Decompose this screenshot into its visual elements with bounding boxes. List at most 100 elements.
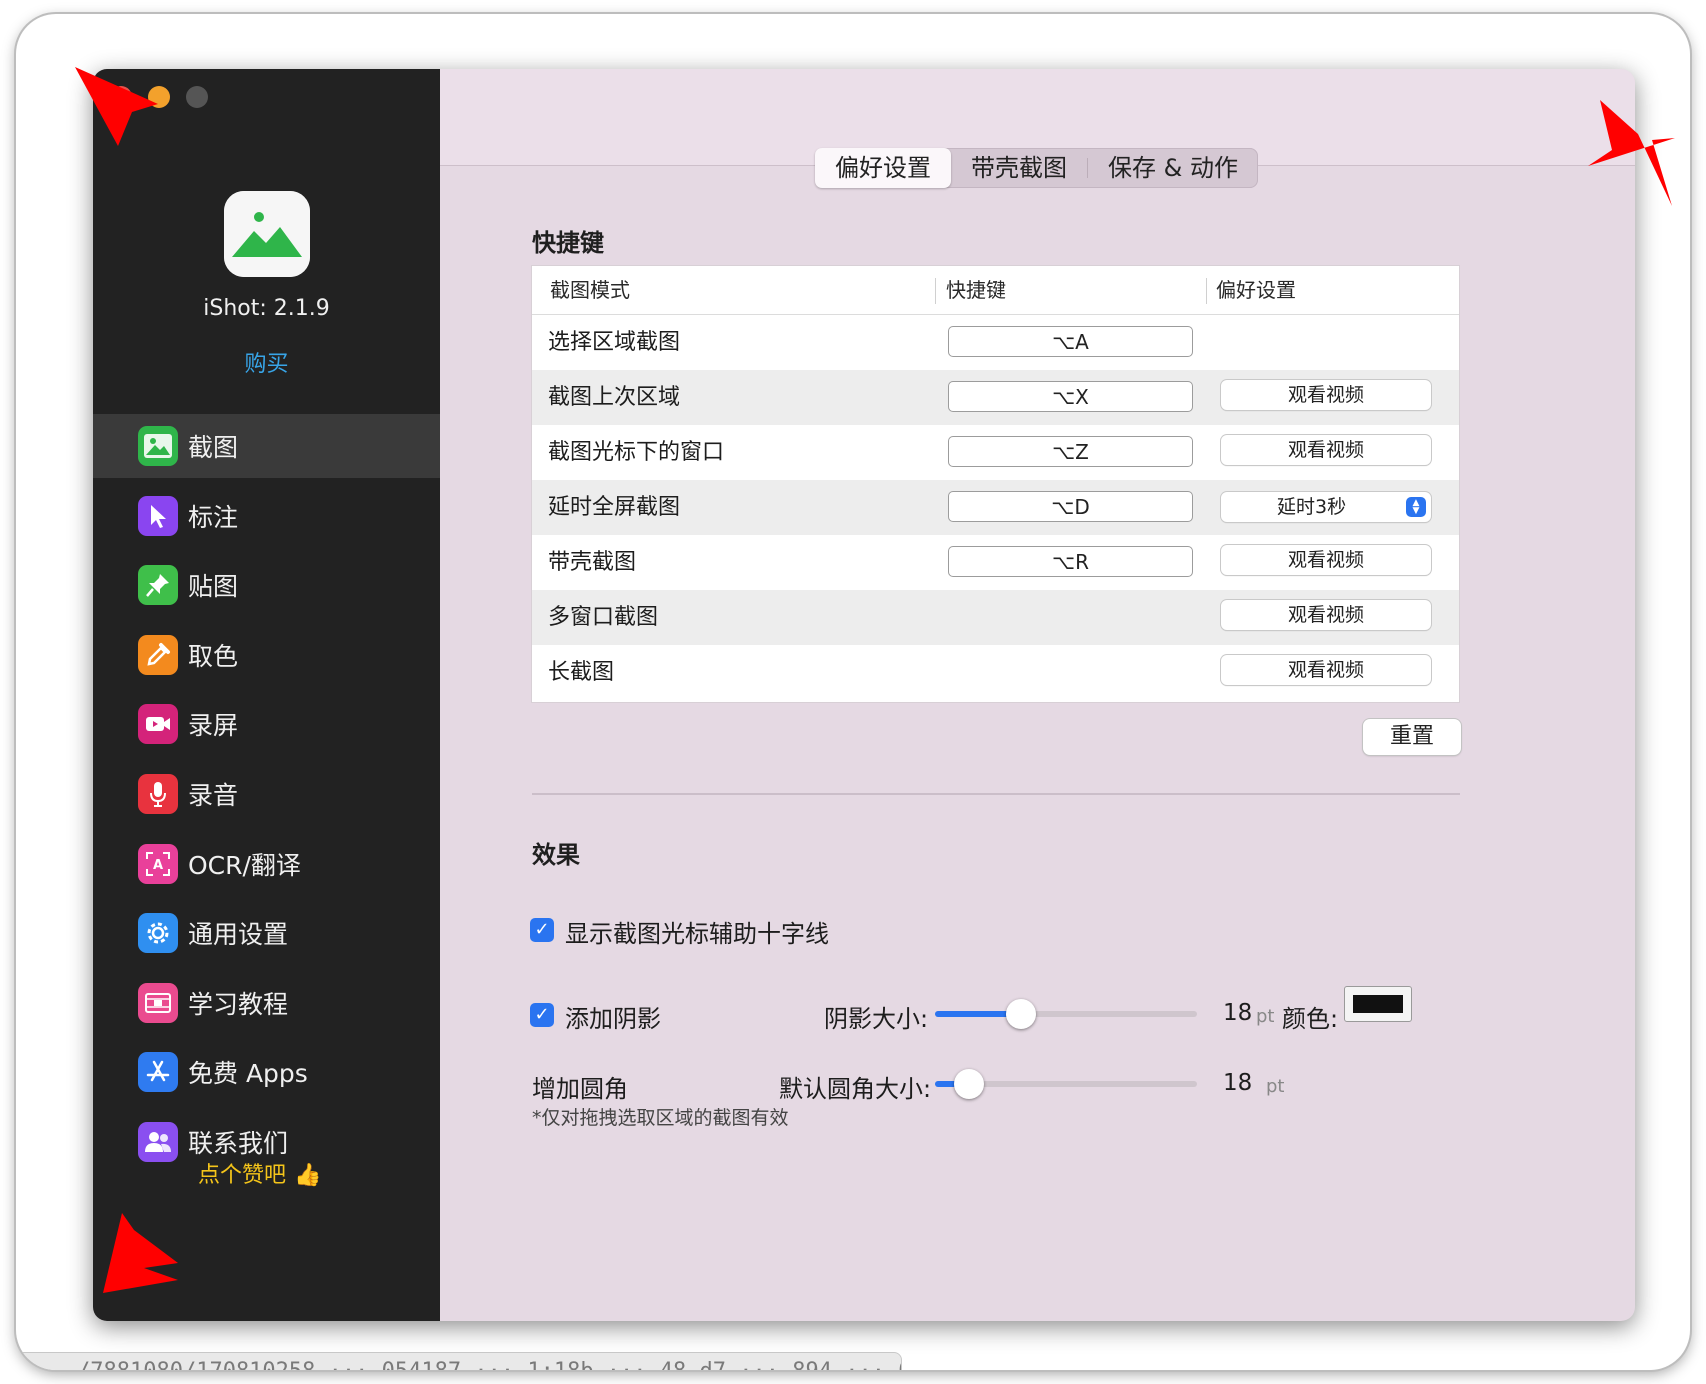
shadow-color-well[interactable] (1344, 986, 1412, 1022)
corner-size-label: 默认圆角大小: (779, 1075, 932, 1103)
contacts-icon (138, 1121, 178, 1162)
sidebar-item-audio-record[interactable]: 录音 (93, 762, 440, 826)
watch-video-button[interactable]: 观看视频 (1221, 545, 1431, 575)
corner-size-unit: pt (1266, 1076, 1285, 1097)
crosshair-checkbox[interactable]: ✓ (530, 918, 554, 942)
table-row: 截图上次区域 ⌥X 观看视频 (532, 370, 1459, 425)
column-header-hotkey: 快捷键 (946, 278, 1006, 302)
row-mode-label: 选择区域截图 (548, 330, 681, 355)
table-row: 延时全屏截图 ⌥D 延时3秒 ▲ ▼ (532, 480, 1459, 535)
red-arrow-icon (103, 1213, 178, 1293)
sidebar-item-label: 标注 (188, 502, 239, 532)
hotkey-field[interactable]: ⌥X (948, 381, 1193, 412)
sidebar-item-screen-record[interactable]: 录屏 (93, 692, 440, 756)
watch-video-button[interactable]: 观看视频 (1221, 600, 1431, 630)
delay-select-value: 延时3秒 (1277, 496, 1347, 518)
thumbs-up-icon: 👍 (294, 1163, 322, 1188)
sidebar-item-label: 截图 (188, 433, 239, 462)
app-window: iShot: 2.1.9 购买 截图 标注 贴图 取色 录屏 录音 A OCR/… (93, 69, 1635, 1321)
shortcuts-table: 截图模式 快捷键 偏好设置 选择区域截图 ⌥A 截图上次区域 ⌥X 观看视频 截… (532, 266, 1459, 702)
table-row: 截图光标下的窗口 ⌥Z 观看视频 (532, 425, 1459, 480)
column-divider (935, 278, 936, 304)
hotkey-field[interactable]: ⌥R (948, 546, 1193, 577)
effects-section-title: 效果 (532, 841, 580, 869)
background-window-strip: /7881080/170810258 ··· 054187 ··· 1:18b … (16, 1352, 902, 1370)
row-mode-label: 截图上次区域 (548, 385, 681, 410)
app-store-icon (138, 1052, 178, 1093)
sidebar-item-label: 录音 (188, 780, 239, 810)
microphone-icon (138, 773, 178, 814)
sidebar-nav: 截图 标注 贴图 取色 录屏 录音 A OCR/翻译 通用设置 学习教程 免费 … (93, 414, 440, 1180)
sidebar-item-pin[interactable]: 贴图 (93, 553, 440, 617)
sidebar: iShot: 2.1.9 购买 截图 标注 贴图 取色 录屏 录音 A OCR/… (93, 69, 440, 1321)
sidebar-item-label: 录屏 (188, 711, 239, 741)
tab-save-actions[interactable]: 保存 & 动作 (1088, 148, 1258, 188)
row-mode-label: 带壳截图 (548, 550, 637, 575)
screenshot-icon (138, 426, 178, 466)
chevron-up-down-icon: ▲ ▼ (1406, 497, 1426, 517)
gear-icon (138, 913, 178, 954)
reset-button[interactable]: 重置 (1363, 719, 1461, 755)
slider-knob[interactable] (954, 1069, 985, 1099)
color-swatch (1353, 995, 1403, 1013)
delay-select[interactable]: 延时3秒 ▲ ▼ (1221, 492, 1431, 522)
shadow-color-label: 颜色: (1282, 1005, 1339, 1033)
ocr-icon: A (138, 843, 178, 884)
watch-video-button[interactable]: 观看视频 (1221, 655, 1431, 685)
sidebar-item-label: 学习教程 (188, 989, 289, 1019)
table-row: 长截图 观看视频 (532, 645, 1459, 700)
row-mode-label: 截图光标下的窗口 (548, 440, 725, 465)
sidebar-item-label: 取色 (188, 641, 239, 671)
watch-video-button[interactable]: 观看视频 (1221, 380, 1431, 410)
slider-knob[interactable] (1006, 999, 1037, 1029)
table-row: 选择区域截图 ⌥A (532, 315, 1459, 370)
sidebar-item-annotate[interactable]: 标注 (93, 484, 440, 548)
sidebar-item-label: 通用设置 (188, 920, 289, 950)
column-header-mode: 截图模式 (550, 278, 630, 302)
red-arrow-icon (75, 67, 158, 146)
shadow-size-value: 18 (1223, 1000, 1253, 1026)
corner-size-value: 18 (1223, 1070, 1253, 1096)
tab-preferences[interactable]: 偏好设置 (815, 148, 951, 188)
hotkey-field[interactable]: ⌥A (948, 326, 1193, 357)
like-link[interactable]: 点个赞吧 👍 (198, 1157, 321, 1189)
sidebar-item-label: 免费 Apps (188, 1059, 308, 1089)
svg-text:A: A (153, 858, 163, 873)
shadow-checkbox[interactable]: ✓ (530, 1003, 554, 1027)
buy-link[interactable]: 购买 (93, 346, 440, 378)
shortcuts-section-title: 快捷键 (532, 229, 604, 257)
app-version: iShot: 2.1.9 (203, 296, 330, 321)
screenshot-frame: iShot: 2.1.9 购买 截图 标注 贴图 取色 录屏 录音 A OCR/… (16, 14, 1690, 1370)
cursor-icon (138, 495, 178, 536)
hotkey-field[interactable]: ⌥D (948, 491, 1193, 522)
column-divider (1206, 278, 1207, 304)
section-divider (532, 793, 1460, 795)
crosshair-label: 显示截图光标辅助十字线 (565, 920, 829, 948)
row-mode-label: 多窗口截图 (548, 605, 659, 630)
shadow-size-unit: pt (1256, 1006, 1275, 1027)
sidebar-item-label: 联系我们 (188, 1128, 289, 1158)
like-label: 点个赞吧 (198, 1163, 287, 1188)
sidebar-item-tutorials[interactable]: 学习教程 (93, 971, 440, 1035)
sidebar-item-label: 贴图 (188, 572, 239, 602)
corner-size-slider[interactable] (935, 1069, 1197, 1099)
rounded-corner-label: 增加圆角 (532, 1075, 628, 1103)
main-panel: 偏好设置 带壳截图 保存 & 动作 快捷键 截图模式 快捷键 偏好设置 选择区域… (440, 69, 1635, 1321)
tab-bar: 偏好设置 带壳截图 保存 & 动作 (815, 148, 1258, 188)
sidebar-item-screenshot[interactable]: 截图 (93, 414, 440, 478)
sidebar-item-free-apps[interactable]: 免费 Apps (93, 1040, 440, 1104)
red-arrow-icon (1588, 100, 1675, 206)
sidebar-item-ocr[interactable]: A OCR/翻译 (93, 832, 440, 896)
film-icon (138, 982, 178, 1023)
tab-device-frame[interactable]: 带壳截图 (951, 148, 1087, 188)
watch-video-button[interactable]: 观看视频 (1221, 435, 1431, 465)
pin-icon (138, 565, 178, 606)
sidebar-item-color-picker[interactable]: 取色 (93, 623, 440, 687)
eyedropper-icon (138, 634, 178, 675)
shadow-size-slider[interactable] (935, 999, 1197, 1029)
shadow-label: 添加阴影 (565, 1005, 661, 1033)
sidebar-item-general-settings[interactable]: 通用设置 (93, 901, 440, 965)
column-header-preference: 偏好设置 (1216, 278, 1296, 302)
zoom-window-button[interactable] (186, 86, 208, 108)
hotkey-field[interactable]: ⌥Z (948, 436, 1193, 467)
